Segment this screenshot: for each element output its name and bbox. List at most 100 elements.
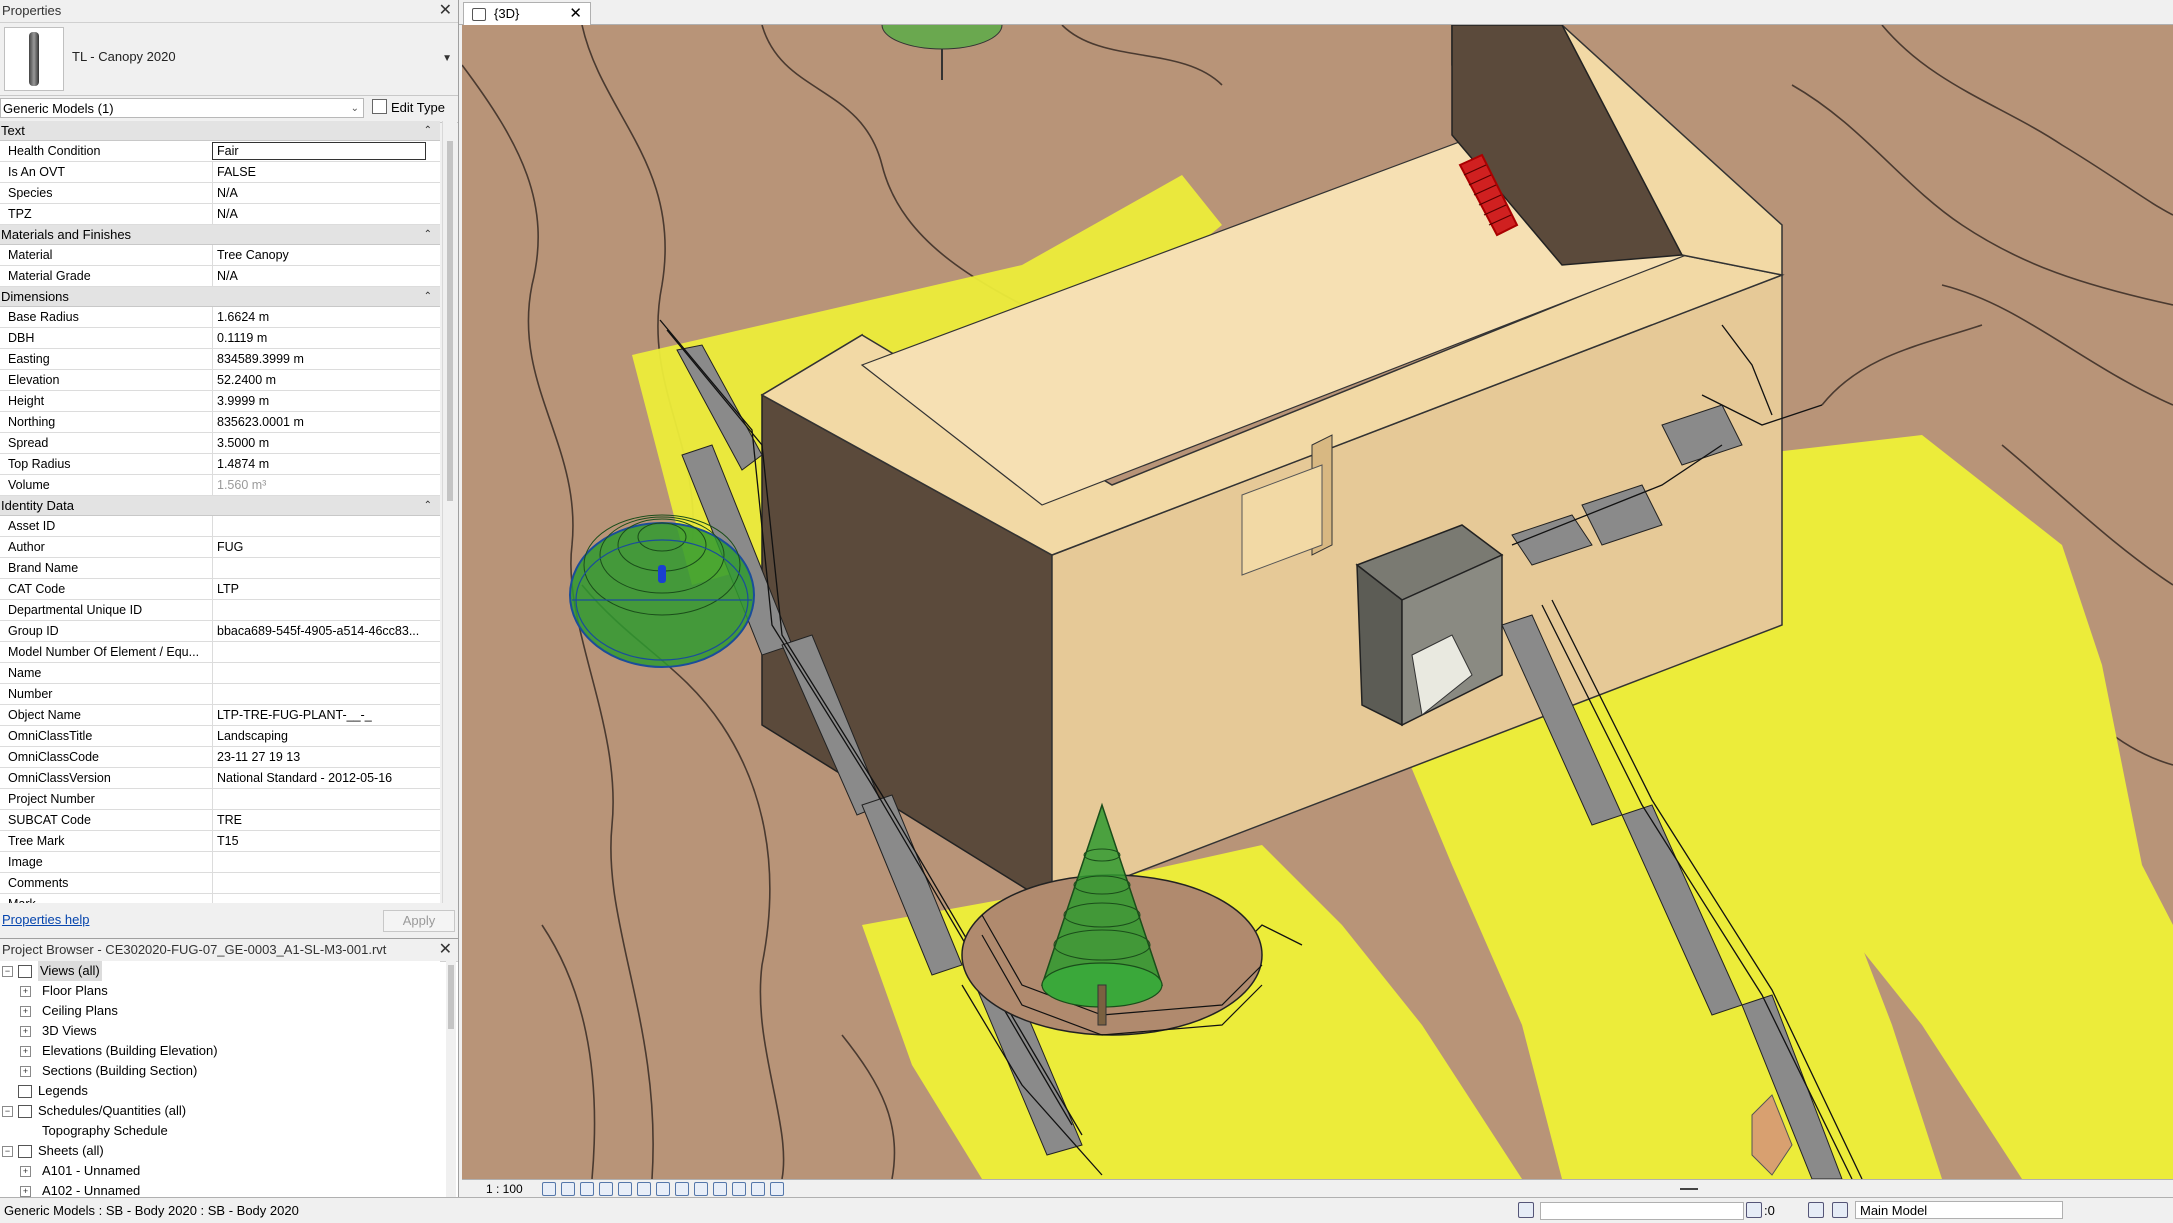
property-group-header[interactable]: Dimensions ⌃ [0, 287, 440, 307]
tree-node[interactable]: − Sheets (all) [0, 1141, 440, 1161]
expand-icon[interactable]: + [20, 1006, 31, 1017]
type-selector[interactable]: TL - Canopy 2020 ▼ [0, 23, 458, 96]
collapse-icon[interactable]: − [2, 1146, 13, 1157]
category-dropdown[interactable]: Generic Models (1) ⌄ [0, 98, 364, 118]
property-value[interactable]: 52.2400 m [212, 370, 431, 390]
expand-icon[interactable]: + [20, 1026, 31, 1037]
unlocked-view-icon[interactable] [675, 1182, 689, 1196]
tree-node[interactable]: − Views (all) [0, 961, 440, 981]
tree-node-label[interactable]: A102 - Unnamed [42, 1181, 140, 1197]
collapse-icon[interactable]: − [2, 966, 13, 977]
render-icon[interactable] [618, 1182, 632, 1196]
worksets-icon[interactable] [1518, 1202, 1534, 1218]
shadows-icon[interactable] [599, 1182, 613, 1196]
sun-path-icon[interactable] [580, 1182, 594, 1196]
property-value[interactable] [212, 894, 431, 903]
property-value[interactable]: Tree Canopy [212, 245, 431, 265]
tree-node[interactable]: + A101 - Unnamed [0, 1161, 440, 1181]
property-value[interactable]: N/A [212, 266, 431, 286]
expand-icon[interactable]: + [20, 1186, 31, 1197]
property-value[interactable] [212, 852, 431, 872]
reveal-hidden-icon[interactable] [713, 1182, 727, 1196]
view-scale[interactable]: 1 : 100 [486, 1182, 523, 1196]
tree-node[interactable]: + Sections (Building Section) [0, 1061, 440, 1081]
property-value[interactable] [212, 789, 431, 809]
property-value[interactable]: LTP [212, 579, 431, 599]
property-value[interactable]: 3.9999 m [212, 391, 431, 411]
close-tab-icon[interactable]: ✕ [569, 3, 582, 25]
property-value[interactable]: 0.1119 m [212, 328, 431, 348]
tree-node[interactable]: − Schedules/Quantities (all) [0, 1101, 440, 1121]
tab-3d-view[interactable]: {3D} ✕ [463, 2, 591, 25]
expand-icon[interactable]: + [20, 1046, 31, 1057]
property-value[interactable] [212, 663, 431, 683]
property-value[interactable]: 834589.3999 m [212, 349, 431, 369]
crop-view-icon[interactable] [637, 1182, 651, 1196]
temporary-hide-icon[interactable] [694, 1182, 708, 1196]
property-value[interactable] [212, 600, 431, 620]
tree-node[interactable]: + Floor Plans [0, 981, 440, 1001]
property-value[interactable]: Landscaping [212, 726, 431, 746]
apply-button[interactable]: Apply [383, 910, 455, 932]
property-value[interactable]: FUG [212, 537, 431, 557]
tree-node-label[interactable]: Topography Schedule [42, 1121, 168, 1141]
chevron-down-icon[interactable]: ▼ [442, 53, 452, 64]
highlight-displacement-icon[interactable] [751, 1182, 765, 1196]
property-value[interactable]: LTP-TRE-FUG-PLANT-__-_ [212, 705, 431, 725]
property-value[interactable]: 1.6624 m [212, 307, 431, 327]
property-value[interactable]: FALSE [212, 162, 431, 182]
constraints-icon[interactable] [770, 1182, 784, 1196]
visual-style-icon[interactable] [561, 1182, 575, 1196]
expand-icon[interactable]: + [20, 1066, 31, 1077]
close-icon[interactable]: ✕ [439, 0, 452, 22]
3d-model-canvas[interactable] [462, 25, 2173, 1179]
property-value[interactable]: 1.4874 m [212, 454, 431, 474]
tree-node[interactable]: + A102 - Unnamed [0, 1181, 440, 1197]
expand-icon[interactable]: + [20, 986, 31, 997]
property-value[interactable]: TRE [212, 810, 431, 830]
edit-type-button[interactable]: Edit Type [372, 98, 445, 118]
property-value[interactable]: 3.5000 m [212, 433, 431, 453]
detail-level-icon[interactable] [542, 1182, 556, 1196]
property-group-header[interactable]: Text ⌃ [0, 121, 440, 141]
property-value[interactable]: N/A [212, 183, 431, 203]
tree-node[interactable]: + Ceiling Plans [0, 1001, 440, 1021]
workset-dropdown[interactable] [1540, 1202, 1744, 1220]
scrollbar-thumb[interactable] [448, 965, 454, 1029]
tree-node[interactable]: +3D Views [0, 1021, 440, 1041]
tree-node-label[interactable]: A101 - Unnamed [42, 1161, 140, 1181]
tree-node-label[interactable]: Ceiling Plans [42, 1001, 118, 1021]
property-value[interactable]: N/A [212, 204, 431, 224]
collapse-icon[interactable]: ⌃ [424, 121, 432, 140]
property-value[interactable] [212, 558, 431, 578]
tree-node-label[interactable]: Views (all) [38, 961, 102, 981]
project-browser-scrollbar[interactable] [446, 961, 456, 1197]
properties-help-link[interactable]: Properties help [2, 912, 89, 927]
collapse-icon[interactable]: − [2, 1106, 13, 1117]
property-value[interactable] [212, 642, 431, 662]
tree-node[interactable]: Topography Schedule [0, 1121, 440, 1141]
show-crop-icon[interactable] [656, 1182, 670, 1196]
property-group-header[interactable]: Materials and Finishes ⌃ [0, 225, 440, 245]
property-value[interactable]: Fair [212, 142, 426, 160]
tree-node-label[interactable]: Sections (Building Section) [42, 1061, 197, 1081]
tree-node-label[interactable]: Elevations (Building Elevation) [42, 1041, 218, 1061]
editable-icon[interactable] [1746, 1202, 1762, 1218]
collapse-icon[interactable]: ⌃ [424, 225, 432, 244]
design-option-dropdown[interactable]: Main Model [1855, 1201, 2063, 1219]
property-group-header[interactable]: Identity Data ⌃ [0, 496, 440, 516]
expand-icon[interactable]: + [20, 1166, 31, 1177]
property-value[interactable] [212, 684, 431, 704]
tree-node[interactable]: Legends [0, 1081, 440, 1101]
tree-node-label[interactable]: Floor Plans [42, 981, 108, 1001]
property-value[interactable] [212, 516, 431, 536]
tree-node-label[interactable]: Schedules/Quantities (all) [38, 1101, 186, 1121]
properties-scrollbar[interactable] [442, 121, 457, 903]
3d-viewport[interactable] [462, 25, 2173, 1179]
collapse-icon[interactable]: ⌃ [424, 287, 432, 306]
design-options-icon[interactable] [1808, 1202, 1824, 1218]
property-value[interactable]: bbaca689-545f-4905-a514-46cc83... [212, 621, 431, 641]
tree-node-label[interactable]: Legends [38, 1081, 88, 1101]
close-icon[interactable]: ✕ [439, 939, 452, 961]
filter-icon[interactable] [1832, 1202, 1848, 1218]
